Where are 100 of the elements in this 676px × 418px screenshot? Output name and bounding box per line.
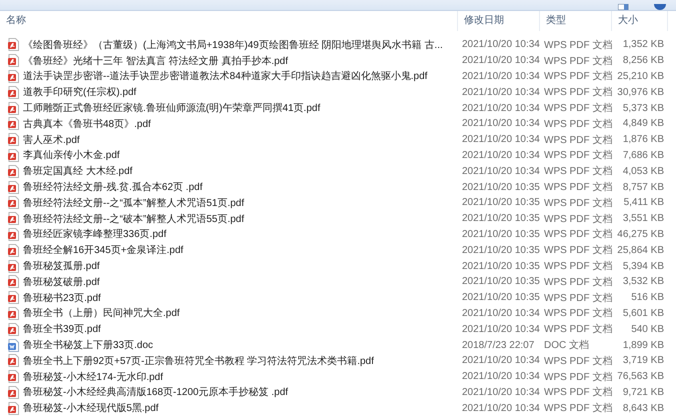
- file-type: WPS PDF 文档: [543, 86, 612, 100]
- file-size: 25,210 KB: [616, 70, 665, 82]
- file-type: WPS PDF 文档: [543, 54, 612, 68]
- file-type: WPS PDF 文档: [543, 180, 612, 194]
- modified-date: 2021/10/20 10:35: [461, 276, 540, 288]
- file-size: 5,373 KB: [622, 102, 665, 114]
- modified-date: 2021/10/20 10:34: [461, 371, 540, 382]
- modified-date: 2021/10/20 10:34: [461, 55, 540, 66]
- file-type: WPS PDF 文档: [543, 228, 612, 242]
- file-size: 25,864 KB: [616, 244, 665, 256]
- file-size: 8,643 KB: [622, 402, 665, 414]
- modified-date: 2021/10/20 10:34: [461, 402, 540, 414]
- modified-date: 2021/10/20 10:35: [461, 197, 540, 208]
- modified-date: 2021/10/20 10:34: [461, 118, 540, 130]
- file-type: WPS PDF 文档: [543, 260, 612, 274]
- file-name[interactable]: 道法手诀罡步密谱--道法手诀罡步密谱道教法术84种道家大手印指诀趋吉避凶化煞驱小鬼.pdf: [23, 69, 428, 84]
- file-type: WPS PDF 文档: [543, 134, 612, 147]
- column-header[interactable]: 类型: [540, 11, 612, 31]
- file-name[interactable]: 工师雕斲正式鲁班经匠家镜.鲁班仙师源流(明)午荣章严同撰41页.pdf: [23, 101, 320, 116]
- file-name[interactable]: 鲁班经符法经文册--之“破本”解整人术咒语55页.pdf: [23, 212, 244, 226]
- file-size: 9,721 KB: [622, 386, 665, 398]
- file-name[interactable]: 鲁班秘笈破册.pdf: [23, 274, 100, 289]
- help-icon[interactable]: [654, 4, 666, 10]
- pdf-file-icon: [8, 306, 19, 320]
- file-name[interactable]: 鲁班秘笈孤册.pdf: [23, 259, 100, 274]
- file-name[interactable]: 鲁班秘笈-小木经174-无水印.pdf: [23, 370, 164, 384]
- file-size: 5,394 KB: [622, 260, 665, 272]
- file-size: 8,256 KB: [622, 55, 665, 66]
- modified-date: 2021/10/20 10:35: [461, 182, 540, 193]
- column-header[interactable]: 大小: [612, 11, 668, 31]
- column-header[interactable]: 修改日期: [458, 11, 540, 31]
- file-size: 1,876 KB: [622, 134, 665, 146]
- pdf-file-icon: [8, 133, 19, 146]
- pdf-file-icon: [8, 260, 19, 273]
- modified-date: 2021/10/20 10:35: [461, 260, 540, 272]
- file-type: WPS PDF 文档: [543, 148, 612, 162]
- file-type: WPS PDF 文档: [543, 354, 612, 368]
- file-type: WPS PDF 文档: [543, 322, 612, 336]
- file-size: 3,551 KB: [622, 213, 665, 224]
- file-name[interactable]: 鲁班经匠家镜李峰整理336页.pdf: [23, 227, 166, 242]
- doc-file-icon: [8, 338, 19, 352]
- modified-date: 2021/10/20 10:35: [461, 244, 540, 256]
- pdf-file-icon: [8, 386, 19, 399]
- file-size: 3,532 KB: [622, 276, 665, 288]
- modified-date: 2021/10/20 10:34: [461, 102, 540, 114]
- pdf-file-icon: [8, 196, 19, 210]
- pdf-file-icon: [8, 70, 19, 83]
- file-type: WPS PDF 文档: [543, 386, 612, 400]
- file-size: 1,352 KB: [622, 39, 665, 50]
- file-name[interactable]: 鲁班经符法经文册--之“孤本”解整人术咒语51页.pdf: [23, 196, 244, 210]
- modified-date: 2021/10/20 10:35: [461, 292, 540, 304]
- modified-date: 2021/10/20 10:34: [461, 324, 540, 335]
- column-header[interactable]: 名称: [0, 11, 458, 31]
- modified-date: 2021/10/20 10:35: [461, 228, 540, 240]
- pdf-file-icon: [8, 164, 19, 178]
- modified-date: 2021/10/20 10:34: [461, 166, 540, 177]
- file-type: WPS PDF 文档: [543, 212, 612, 226]
- file-name[interactable]: 鲁班秘书23页.pdf: [23, 290, 101, 305]
- file-name[interactable]: 鲁班经全解16开345页+金泉译注.pdf: [23, 243, 184, 258]
- file-name[interactable]: 鲁班秘笈-小木经经典高清版168页-1200元原本手抄秘笈 .pdf: [23, 385, 288, 400]
- file-type: WPS PDF 文档: [543, 38, 612, 52]
- modified-date: 2021/10/20 10:34: [461, 134, 540, 146]
- modified-date: 2021/10/20 10:34: [461, 355, 540, 366]
- file-name[interactable]: 道教手印研究(任宗权).pdf: [23, 85, 136, 100]
- file-type: WPS PDF 文档: [543, 402, 612, 416]
- file-type: WPS PDF 文档: [543, 370, 612, 384]
- file-name[interactable]: 鲁班全书39页.pdf: [23, 322, 101, 336]
- file-name[interactable]: 《鲁班经》光绪十三年 智法真言 符法经文册 真拍手抄本.pdf: [23, 54, 288, 68]
- file-type: WPS PDF 文档: [543, 164, 612, 178]
- pdf-file-icon: [8, 322, 19, 336]
- pdf-file-icon: [8, 38, 19, 52]
- pdf-file-icon: [8, 291, 19, 304]
- modified-date: 2021/10/20 10:35: [461, 213, 540, 224]
- file-name[interactable]: 《绘图鲁班经》（古董级）(上海鸿文书局+1938年)49页绘图鲁班经 阴阳地理堪舆风水书籍 古...: [23, 38, 443, 52]
- file-name[interactable]: 李真仙亲传小木金.pdf: [23, 148, 120, 162]
- modified-date: 2021/10/20 10:34: [461, 70, 540, 82]
- file-name[interactable]: 鲁班全书（上册）民间神咒大全.pdf: [23, 306, 180, 320]
- modified-date: 2021/10/20 10:34: [461, 86, 540, 98]
- modified-date: 2021/10/20 10:34: [461, 39, 540, 50]
- pdf-file-icon: [8, 102, 19, 115]
- file-name[interactable]: 害人巫术.pdf: [23, 132, 80, 147]
- file-name[interactable]: 鲁班全书秘笈上下册33页.doc: [23, 338, 154, 352]
- pdf-file-icon: [8, 228, 19, 241]
- file-type: WPS PDF 文档: [543, 102, 612, 116]
- file-size: 76,563 KB: [616, 371, 665, 382]
- pdf-file-icon: [8, 180, 19, 194]
- file-size: 5,411 KB: [622, 197, 665, 208]
- modified-date: 2021/10/20 10:34: [461, 308, 540, 319]
- pdf-file-icon: [8, 354, 19, 368]
- file-name[interactable]: 鲁班定国真经 大木经.pdf: [23, 164, 132, 178]
- file-name[interactable]: 古典真本《鲁班书48页》.pdf: [23, 116, 151, 131]
- file-type: WPS PDF 文档: [543, 118, 612, 131]
- file-name[interactable]: 鲁班全书上下册92页+57页-正宗鲁班符咒全书教程 学习符法符咒法术类书籍.pdf: [23, 354, 374, 368]
- file-size: 7,686 KB: [622, 150, 665, 161]
- pdf-file-icon: [8, 148, 19, 162]
- modified-date: 2018/7/23 22:07: [461, 340, 536, 351]
- pdf-file-icon: [8, 275, 19, 288]
- file-name[interactable]: 鲁班经符法经文册-残.贫.孤合本62页 .pdf: [23, 180, 202, 194]
- file-name[interactable]: 鲁班秘笈-小木经现代版5黑.pdf: [23, 401, 159, 416]
- pdf-file-icon: [8, 117, 19, 130]
